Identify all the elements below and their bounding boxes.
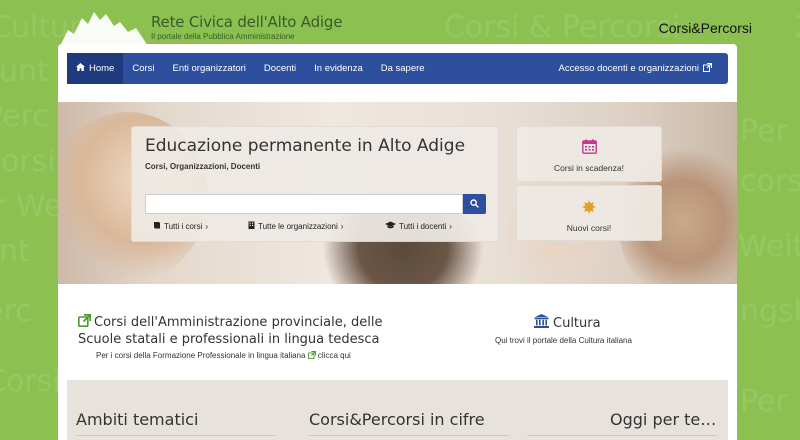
home-icon [76, 63, 85, 74]
hero-subtitle: Corsi, Organizzazioni, Docenti [145, 162, 261, 171]
brand-name[interactable]: Corsi&Percorsi [659, 20, 752, 36]
link-tutte-le-organizzazioni-label: Tutte le organizzazioni [258, 221, 338, 231]
clicca-qui-link[interactable]: clicca qui [318, 351, 351, 360]
building-icon [248, 221, 255, 231]
divider [76, 435, 276, 436]
nav-enti-organizzatori[interactable]: Enti organizzatori [164, 53, 255, 84]
search-quick-links: Tutti i corsi › Tutte le organizzazioni … [132, 221, 500, 235]
link-tutti-i-corsi-label: Tutti i corsi [164, 221, 203, 231]
cultura-title: Cultura [553, 315, 601, 331]
ambiti-tematici-heading: Ambiti tematici [76, 410, 199, 429]
search-button[interactable] [463, 194, 486, 214]
search-icon [470, 195, 479, 213]
institution-icon [534, 314, 549, 332]
divider [527, 435, 717, 436]
info-band: Ambiti tematici Corsi&Percorsi in cifre … [67, 380, 728, 440]
site-title[interactable]: Rete Civica dell'Alto Adige [151, 13, 342, 31]
chevron-right-icon: › [340, 221, 344, 231]
external-link-icon [78, 313, 92, 332]
corsi-in-cifre-heading: Corsi&Percorsi in cifre [309, 410, 485, 429]
mountain-logo-icon[interactable] [60, 8, 148, 46]
formazione-note-text: Per i corsi della Formazione Professiona… [96, 351, 306, 360]
nav-corsi[interactable]: Corsi [123, 53, 163, 84]
nav-accesso-docenti[interactable]: Accesso docenti e organizzazioni [550, 53, 728, 84]
site-header: Rete Civica dell'Alto Adige Il portale d… [0, 0, 800, 46]
main-navbar: Home Corsi Enti organizzatori Docenti In… [67, 53, 728, 84]
nav-home[interactable]: Home [67, 53, 124, 84]
nav-da-sapere[interactable]: Da sapere [372, 53, 434, 84]
search-input[interactable] [145, 194, 463, 214]
search-panel: Educazione permanente in Alto Adige Cors… [131, 126, 499, 242]
corsi-amministrazione-title: Corsi dell'Amministrazione provinciale, … [78, 315, 383, 347]
corsi-in-scadenza-box[interactable]: Corsi in scadenza! [516, 126, 662, 182]
link-tutti-i-docenti[interactable]: Tutti i docenti › [385, 221, 452, 231]
link-tutte-le-organizzazioni[interactable]: Tutte le organizzazioni › [248, 221, 343, 231]
external-link-icon [703, 62, 713, 75]
star-burst-icon [582, 200, 596, 219]
nuovi-corsi-label: Nuovi corsi! [566, 223, 612, 233]
chevron-right-icon: › [449, 221, 452, 231]
hero-title: Educazione permanente in Alto Adige [145, 136, 466, 156]
book-icon [153, 221, 161, 231]
external-link-icon [307, 351, 316, 361]
link-tutti-i-corsi[interactable]: Tutti i corsi › [153, 221, 208, 231]
oggi-per-te-heading: Oggi per te… [610, 410, 717, 429]
nav-docenti[interactable]: Docenti [255, 53, 305, 84]
page-container: Home Corsi Enti organizzatori Docenti In… [58, 44, 737, 440]
nav-in-evidenza[interactable]: In evidenza [305, 53, 372, 84]
divider [309, 435, 509, 436]
hero-banner: Educazione permanente in Alto Adige Cors… [58, 102, 737, 284]
cultura-subtitle: Qui trovi il portale della Cultura itali… [495, 336, 632, 345]
site-subtitle: Il portale della Pubblica Amministrazion… [151, 32, 295, 41]
nav-home-label: Home [89, 63, 115, 74]
corsi-amministrazione-heading[interactable]: Corsi dell'Amministrazione provinciale, … [78, 313, 408, 348]
formazione-professionale-note: Per i corsi della Formazione Professiona… [96, 351, 351, 361]
graduation-cap-icon [385, 221, 396, 231]
calendar-icon [581, 139, 597, 159]
chevron-right-icon: › [205, 221, 209, 231]
link-tutti-i-docenti-label: Tutti i docenti [399, 221, 447, 231]
nav-accesso-label: Accesso docenti e organizzazioni [558, 63, 699, 74]
cultura-heading[interactable]: Cultura [534, 314, 601, 332]
corsi-in-scadenza-label: Corsi in scadenza! [554, 163, 624, 173]
nuovi-corsi-box[interactable]: Nuovi corsi! [516, 185, 662, 241]
